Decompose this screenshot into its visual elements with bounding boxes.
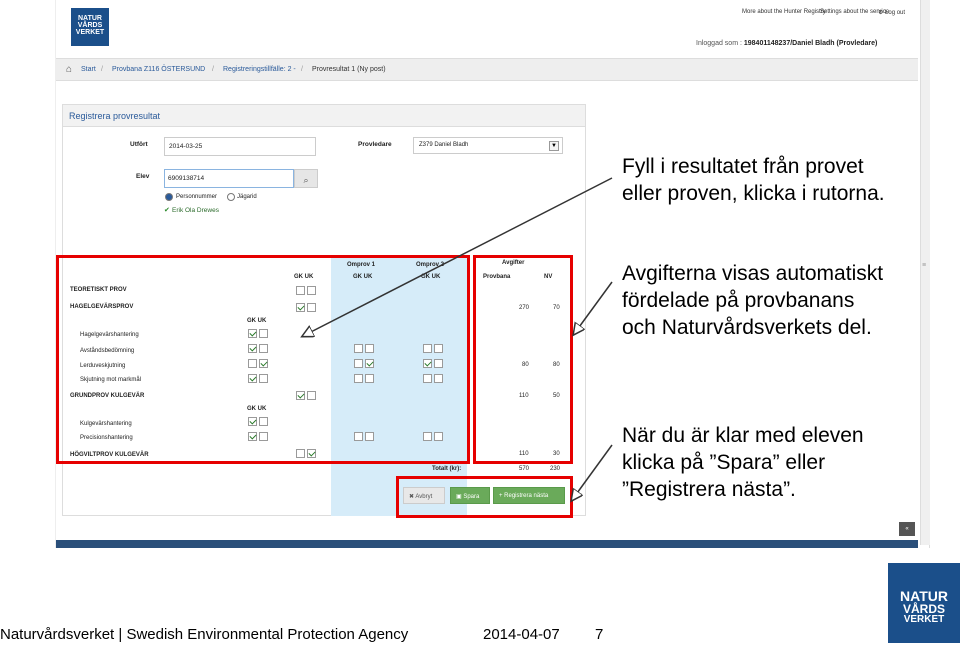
footer-agency: Naturvårdsverket | Swedish Environmental… <box>0 626 409 643</box>
callout-fill-results: Fyll i resultatet från provet eller prove… <box>622 155 885 205</box>
footer-logo: NATUR VÅRDS VERKET <box>888 563 960 643</box>
footer-date: 2014-04-07 <box>483 626 560 643</box>
footer-page-number: 7 <box>595 626 604 643</box>
arrow-to-buttons <box>572 444 613 500</box>
arrow-to-results <box>303 177 613 336</box>
callout-fees: Avgifterna visas automatiskt fördelade på… <box>622 262 884 339</box>
arrow-to-fees <box>574 281 613 334</box>
callout-save: När du är klar med eleven klicka på ”Spar… <box>622 424 864 501</box>
